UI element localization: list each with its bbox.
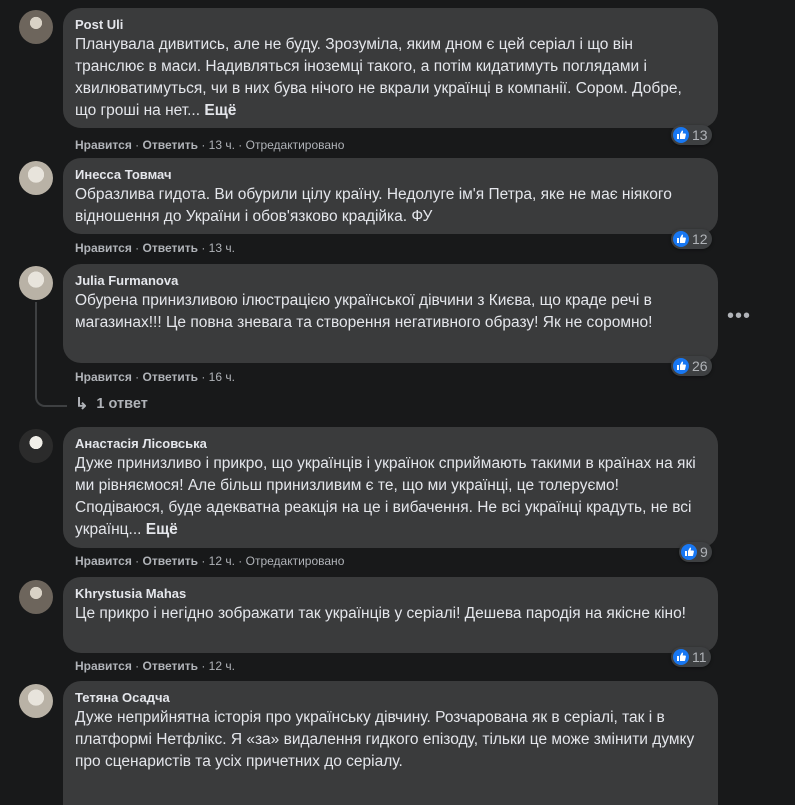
avatar[interactable] [19,429,53,463]
comment-author[interactable]: Инесса Товмач [75,166,706,183]
reaction-count[interactable]: 11 [671,647,711,667]
comment-body: Планувала дивитись, але не буду. Зрозумі… [75,36,682,119]
comment-actions: Нравится · Ответить · 12 ч. [75,658,235,674]
reaction-count[interactable]: 12 [671,229,712,249]
separator: · [238,554,243,568]
timestamp[interactable]: 13 ч. [209,138,235,152]
comment-text: Дуже принизливо і прикро, що українців і… [75,453,706,541]
timestamp[interactable]: 16 ч. [209,370,235,384]
like-icon [681,544,697,560]
comment-author[interactable]: Khrystusia Mahas [75,585,706,602]
reply-link[interactable]: Ответить [143,659,198,673]
reaction-count[interactable]: 13 [671,125,712,145]
replies-count: 1 ответ [96,396,148,412]
like-icon [673,358,689,374]
comment-actions: Нравится · Ответить · 16 ч. [75,369,235,385]
separator: · [201,659,206,673]
separator: · [135,241,140,255]
reply-arrow-icon: ↳ [75,396,89,413]
reply-link[interactable]: Ответить [143,241,198,255]
comment-author[interactable]: Post Uli [75,16,706,33]
reaction-number: 13 [692,127,708,143]
more-options-icon[interactable]: ••• [727,305,751,328]
like-link[interactable]: Нравится [75,370,132,384]
timestamp[interactable]: 13 ч. [209,241,235,255]
separator: · [135,138,140,152]
separator: · [135,554,140,568]
separator: · [201,554,206,568]
separator: · [201,138,206,152]
comment-author[interactable]: Тетяна Осадча [75,689,706,706]
edited-label: Отредактировано [245,554,345,568]
comment-actions: Нравится · Ответить · 13 ч. [75,240,235,256]
like-icon [673,231,689,247]
reaction-number: 11 [692,649,707,665]
like-link[interactable]: Нравится [75,138,132,152]
avatar[interactable] [19,161,53,195]
comment-actions: Нравится · Ответить · 12 ч. · Отредактир… [75,553,344,569]
like-link[interactable]: Нравится [75,659,132,673]
comment-bubble: Khrystusia Mahas Це прикро і негідно зоб… [63,577,718,653]
comment-actions: Нравится · Ответить · 13 ч. · Отредактир… [75,137,344,153]
reply-link[interactable]: Ответить [143,554,198,568]
reaction-count[interactable]: 9 [679,542,712,562]
reaction-count[interactable]: 26 [671,356,712,376]
reply-link[interactable]: Ответить [143,370,198,384]
avatar[interactable] [19,266,53,300]
reaction-number: 26 [692,358,708,374]
reaction-number: 9 [700,544,708,560]
comment-text: Обурена принизливою ілюстрацією українсь… [75,292,653,331]
separator: · [238,138,243,152]
reaction-number: 12 [692,231,708,247]
separator: · [135,659,140,673]
timestamp[interactable]: 12 ч. [209,554,235,568]
like-link[interactable]: Нравится [75,554,132,568]
edited-label: Отредактировано [245,138,345,152]
timestamp[interactable]: 12 ч. [209,659,235,673]
comment-text: Образлива гидота. Ви обурили цілу країну… [75,186,672,225]
see-more-link[interactable]: Ещё [204,102,236,119]
comment-author[interactable]: Анастасія Лісовська [75,435,706,452]
view-replies-link[interactable]: ↳ 1 ответ [75,394,148,414]
avatar[interactable] [19,684,53,718]
comment-bubble: Тетяна Осадча Дуже неприйнятна історія п… [63,681,718,805]
comment-bubble: Анастасія Лісовська Дуже принизливо і пр… [63,427,718,548]
like-icon [673,649,689,665]
avatar[interactable] [19,10,53,44]
avatar[interactable] [19,580,53,614]
comment-text: Планувала дивитись, але не буду. Зрозумі… [75,34,706,122]
reply-link[interactable]: Ответить [143,138,198,152]
like-link[interactable]: Нравится [75,241,132,255]
separator: · [135,370,140,384]
comment-author[interactable]: Julia Furmanova [75,272,706,289]
comment-bubble: Julia Furmanova Обурена принизливою ілюс… [63,264,718,363]
comment-bubble: Инесса Товмач Образлива гидота. Ви обури… [63,158,718,234]
see-more-link[interactable]: Ещё [146,521,178,538]
separator: · [201,241,206,255]
comment-bubble: Post Uli Планувала дивитись, але не буду… [63,8,718,128]
separator: · [201,370,206,384]
comment-text: Дуже неприйнятна історія про українську … [75,709,695,770]
like-icon [673,127,689,143]
comment-text: Це прикро і негідно зображати так україн… [75,605,686,622]
